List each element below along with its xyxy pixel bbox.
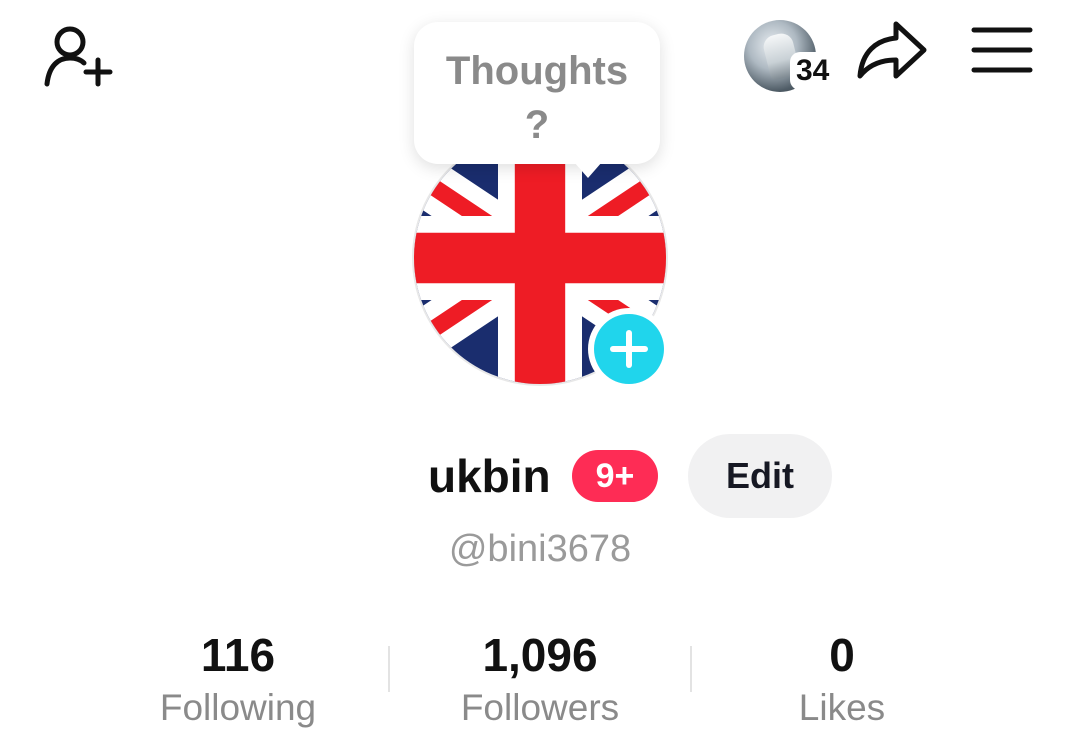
notification-badge[interactable]: 9+: [572, 450, 658, 502]
thoughts-bubble[interactable]: Thoughts ?: [414, 22, 660, 178]
add-story-button[interactable]: [588, 308, 670, 390]
followers-label: Followers: [460, 687, 620, 728]
add-friend-button[interactable]: [42, 22, 116, 90]
following-count: 116: [200, 629, 276, 681]
menu-button[interactable]: [970, 24, 1034, 76]
following-label: Following: [159, 687, 317, 728]
share-button[interactable]: [856, 18, 930, 84]
stat-likes[interactable]: 0 Likes: [692, 626, 992, 732]
likes-label: Likes: [798, 687, 886, 728]
user-handle: @bini3678: [448, 528, 632, 570]
stories-count-badge: 34: [790, 52, 836, 90]
edit-profile-button[interactable]: Edit: [688, 434, 832, 518]
followers-count: 1,096: [482, 629, 598, 681]
stat-followers[interactable]: 1,096 Followers: [390, 626, 690, 732]
plus-icon: [610, 330, 648, 368]
thoughts-text: Thoughts ?: [445, 49, 629, 147]
username: ukbin: [428, 450, 551, 502]
hamburger-menu-icon: [971, 27, 1033, 73]
add-friend-icon: [44, 26, 113, 87]
stat-following[interactable]: 116 Following: [88, 626, 388, 732]
likes-count: 0: [829, 629, 855, 681]
share-icon: [857, 21, 927, 79]
